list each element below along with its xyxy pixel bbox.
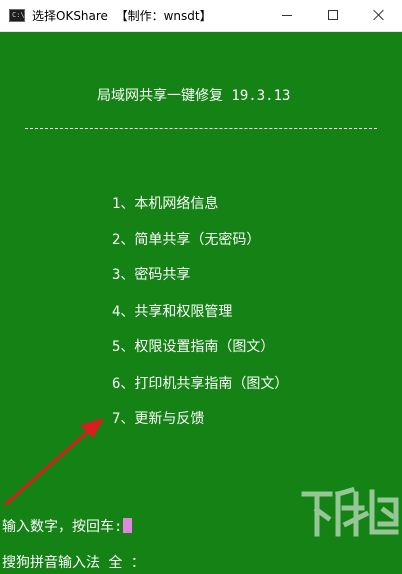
menu-item-update-feedback: 7、更新与反馈 [112, 411, 205, 427]
app-heading: 局域网共享一键修复 19.3.13 [97, 88, 291, 104]
window-title: 选择OKShare 【制作：wnsdt】 [32, 9, 212, 23]
console-icon[interactable]: C:\ [9, 9, 25, 22]
text-cursor[interactable] [123, 518, 133, 533]
menu-item-password-share: 3、密码共享 [112, 267, 191, 283]
menu-item-network-info: 1、本机网络信息 [112, 196, 219, 212]
menu-item-share-permissions: 4、共享和权限管理 [112, 304, 233, 320]
title-bar[interactable]: C:\ 选择OKShare 【制作：wnsdt】 [0, 0, 402, 32]
input-prompt: 输入数字，按回车: [2, 519, 123, 535]
input-prompt-line[interactable]: 输入数字，按回车: [2, 518, 133, 536]
console-window: C:\ 选择OKShare 【制作：wnsdt】 局域网共享一键修复 19.3.… [0, 0, 402, 574]
console-output[interactable]: 局域网共享一键修复 19.3.13 1、本机网络信息 2、简单共享（无密码） 3… [0, 32, 402, 574]
minimize-button[interactable] [264, 0, 310, 31]
close-icon [373, 9, 385, 21]
menu-item-printer-guide: 6、打印机共享指南（图文） [112, 376, 289, 392]
ime-status-bar: 搜狗拼音输入法 全 ： [2, 555, 145, 571]
menu-item-simple-share: 2、简单共享（无密码） [112, 232, 261, 248]
close-button[interactable] [356, 0, 402, 31]
dashed-separator [25, 128, 377, 129]
maximize-icon [328, 10, 338, 20]
maximize-button[interactable] [310, 0, 356, 31]
minimize-icon [282, 15, 292, 16]
menu-item-permission-guide: 5、权限设置指南（图文） [112, 339, 275, 355]
console-icon-prompt: C:\ [12, 11, 25, 19]
